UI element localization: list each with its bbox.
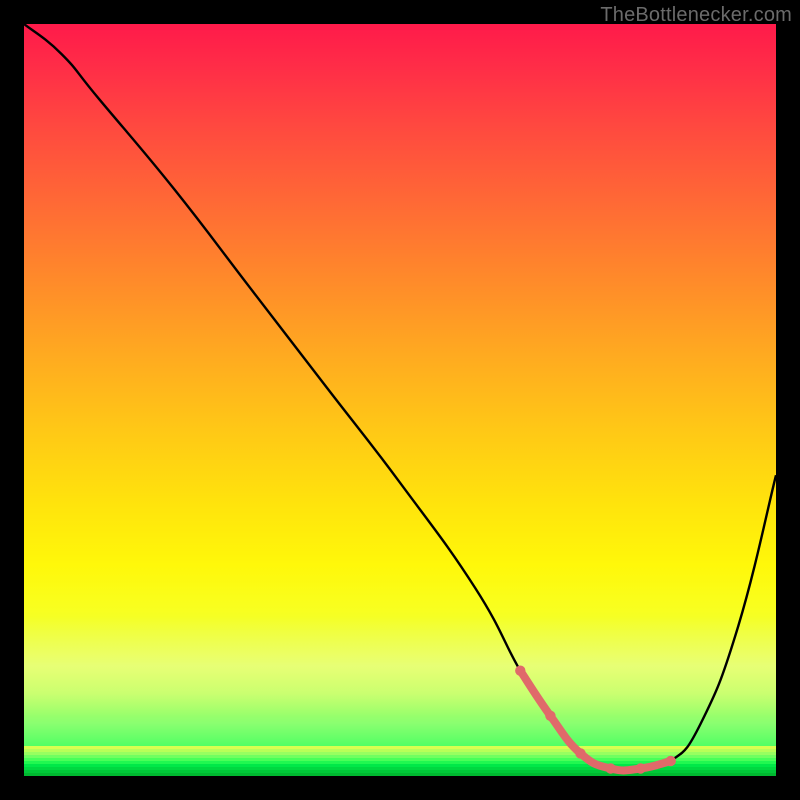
- bottom-stripes: [24, 746, 776, 776]
- chart-frame: [24, 24, 776, 776]
- yellow-glow-band: [24, 616, 776, 716]
